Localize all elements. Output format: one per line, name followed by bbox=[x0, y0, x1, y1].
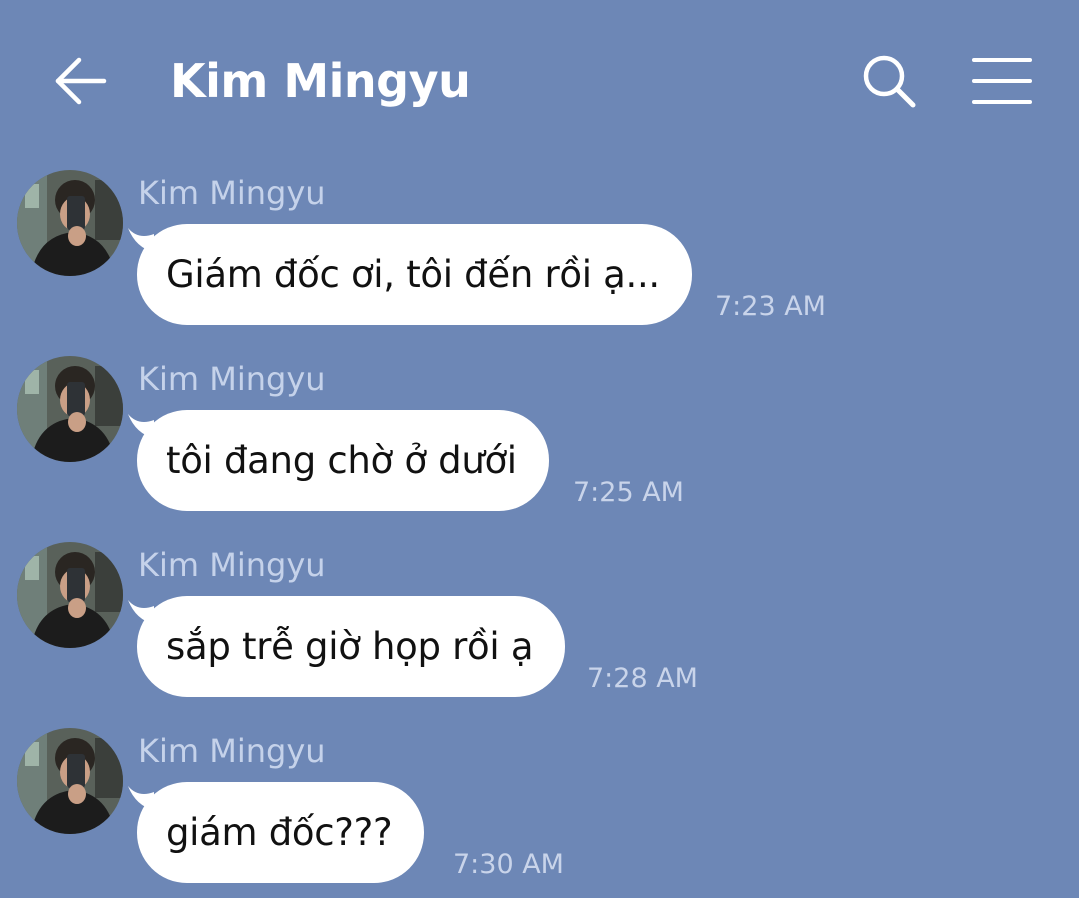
avatar[interactable] bbox=[17, 170, 123, 276]
menu-button[interactable] bbox=[970, 54, 1034, 108]
message-row: Kim Mingyu sắp trễ giờ họp rồi ạ 7:28 AM bbox=[0, 542, 1079, 712]
message-bubble-container: tôi đang chờ ở dưới bbox=[128, 410, 549, 511]
message-bubble-container: Giám đốc ơi, tôi đến rồi ạ... bbox=[128, 224, 692, 325]
message-row: Kim Mingyu Giám đốc ơi, tôi đến rồi ạ...… bbox=[0, 170, 1079, 340]
avatar[interactable] bbox=[17, 356, 123, 462]
back-button[interactable] bbox=[52, 52, 110, 110]
sender-name: Kim Mingyu bbox=[138, 732, 326, 770]
message-row: Kim Mingyu giám đốc??? 7:30 AM bbox=[0, 728, 1079, 898]
avatar-photo-icon bbox=[17, 356, 123, 462]
message-bubble[interactable]: Giám đốc ơi, tôi đến rồi ạ... bbox=[137, 224, 692, 325]
sender-name: Kim Mingyu bbox=[138, 360, 326, 398]
chat-header: Kim Mingyu bbox=[0, 0, 1079, 160]
message-timestamp: 7:23 AM bbox=[715, 291, 826, 322]
sender-name: Kim Mingyu bbox=[138, 546, 326, 584]
avatar-photo-icon bbox=[17, 728, 123, 834]
message-bubble[interactable]: giám đốc??? bbox=[137, 782, 425, 883]
message-bubble-container: giám đốc??? bbox=[128, 782, 425, 883]
message-bubble[interactable]: tôi đang chờ ở dưới bbox=[137, 410, 549, 511]
message-timestamp: 7:30 AM bbox=[453, 849, 564, 880]
message-bubble-container: sắp trễ giờ họp rồi ạ bbox=[128, 596, 566, 697]
message-row: Kim Mingyu tôi đang chờ ở dưới 7:25 AM bbox=[0, 356, 1079, 526]
avatar[interactable] bbox=[17, 542, 123, 648]
avatar-photo-icon bbox=[17, 170, 123, 276]
message-bubble[interactable]: sắp trễ giờ họp rồi ạ bbox=[137, 596, 566, 697]
avatar-photo-icon bbox=[17, 542, 123, 648]
search-button[interactable] bbox=[858, 50, 920, 112]
hamburger-menu-icon bbox=[972, 58, 1032, 104]
message-timestamp: 7:25 AM bbox=[573, 477, 684, 508]
search-icon bbox=[863, 55, 916, 108]
chat-title: Kim Mingyu bbox=[170, 54, 471, 108]
message-timestamp: 7:28 AM bbox=[587, 663, 698, 694]
avatar[interactable] bbox=[17, 728, 123, 834]
sender-name: Kim Mingyu bbox=[138, 174, 326, 212]
arrow-left-icon bbox=[55, 57, 107, 105]
